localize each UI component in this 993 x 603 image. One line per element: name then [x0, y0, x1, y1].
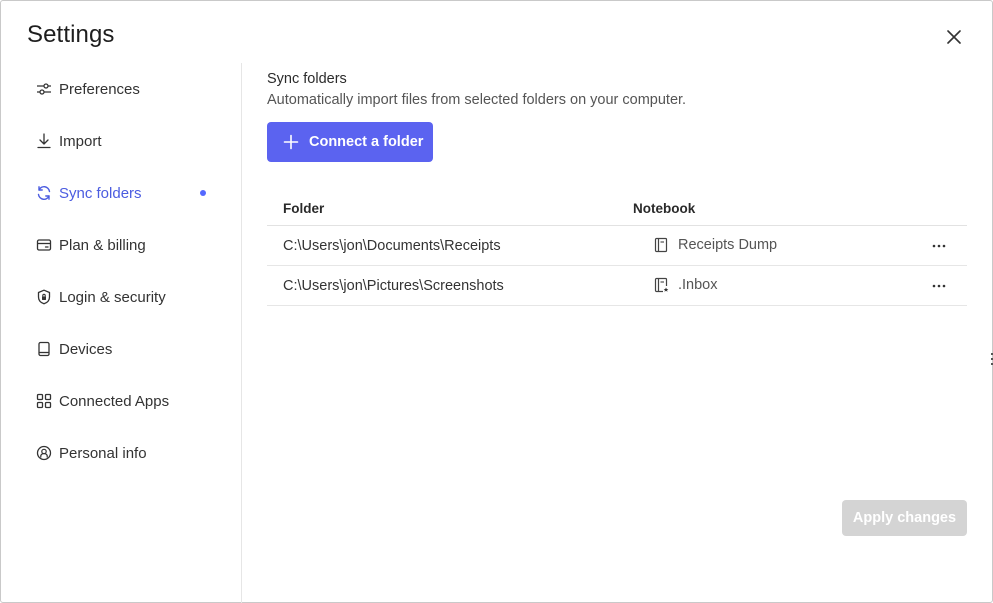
dialog-title: Settings [27, 21, 115, 48]
row-more-options-button[interactable] [931, 276, 947, 296]
column-header-folder: Folder [283, 201, 325, 216]
sidebar-item-label: Sync folders [59, 184, 142, 202]
notebook-icon [654, 237, 668, 253]
plus-icon [283, 134, 299, 150]
active-indicator-dot [200, 190, 206, 196]
credit-card-icon [35, 236, 53, 254]
sync-icon [35, 184, 53, 202]
sidebar-item-plan-billing[interactable]: Plan & billing [35, 233, 215, 257]
folder-path: C:\Users\jon\Documents\Receipts [283, 238, 501, 254]
sidebar-item-label: Plan & billing [59, 236, 146, 254]
sidebar-item-label: Login & security [59, 288, 166, 306]
sidebar-item-connected-apps[interactable]: Connected Apps [35, 389, 215, 413]
sidebar-item-devices[interactable]: Devices [35, 337, 215, 361]
notebook-name: .Inbox [678, 277, 718, 293]
sidebar-item-label: Connected Apps [59, 392, 170, 410]
section-description: Automatically import files from selected… [267, 92, 687, 108]
table-row: C:\Users\jon\Documents\Receipts Receipts… [267, 226, 967, 266]
close-icon [947, 30, 961, 44]
table-header: Folder Notebook [267, 193, 967, 226]
apply-changes-button[interactable]: Apply changes [842, 500, 967, 536]
sidebar-item-import[interactable]: Import [35, 129, 215, 153]
section-title: Sync folders [267, 71, 347, 87]
user-circle-icon [35, 444, 53, 462]
sidebar-item-preferences[interactable]: Preferences [35, 77, 215, 101]
notebook-cell[interactable]: .Inbox [653, 277, 718, 293]
more-horizontal-icon [932, 284, 946, 288]
sidebar-item-label: Devices [59, 340, 113, 358]
sidebar-item-label: Import [59, 132, 102, 150]
sidebar-item-sync-folders[interactable]: Sync folders [35, 181, 215, 205]
folder-path: C:\Users\jon\Pictures\Screenshots [283, 278, 504, 294]
apps-grid-icon [35, 392, 53, 410]
download-icon [35, 132, 53, 150]
sync-folders-table: Folder Notebook C:\Users\jon\Documents\R… [267, 193, 967, 306]
sliders-icon [35, 80, 53, 98]
settings-dialog: Settings Preferences Import Sync folders… [0, 0, 993, 603]
shield-lock-icon [35, 288, 53, 306]
sidebar-item-label: Preferences [59, 80, 140, 98]
inbox-notebook-icon [654, 277, 669, 293]
sidebar-item-label: Personal info [59, 444, 147, 462]
table-row: C:\Users\jon\Pictures\Screenshots .Inbox [267, 266, 967, 306]
sidebar-item-personal-info[interactable]: Personal info [35, 441, 215, 465]
notebook-cell[interactable]: Receipts Dump [653, 237, 777, 253]
close-button[interactable] [944, 27, 964, 47]
connect-folder-button[interactable]: Connect a folder [267, 122, 433, 162]
more-horizontal-icon [932, 244, 946, 248]
tablet-icon [35, 340, 53, 358]
row-more-options-button[interactable] [931, 236, 947, 256]
notebook-name: Receipts Dump [678, 237, 778, 253]
connect-folder-label: Connect a folder [309, 134, 424, 150]
sidebar-item-login-security[interactable]: Login & security [35, 285, 215, 309]
column-header-notebook: Notebook [633, 201, 696, 216]
